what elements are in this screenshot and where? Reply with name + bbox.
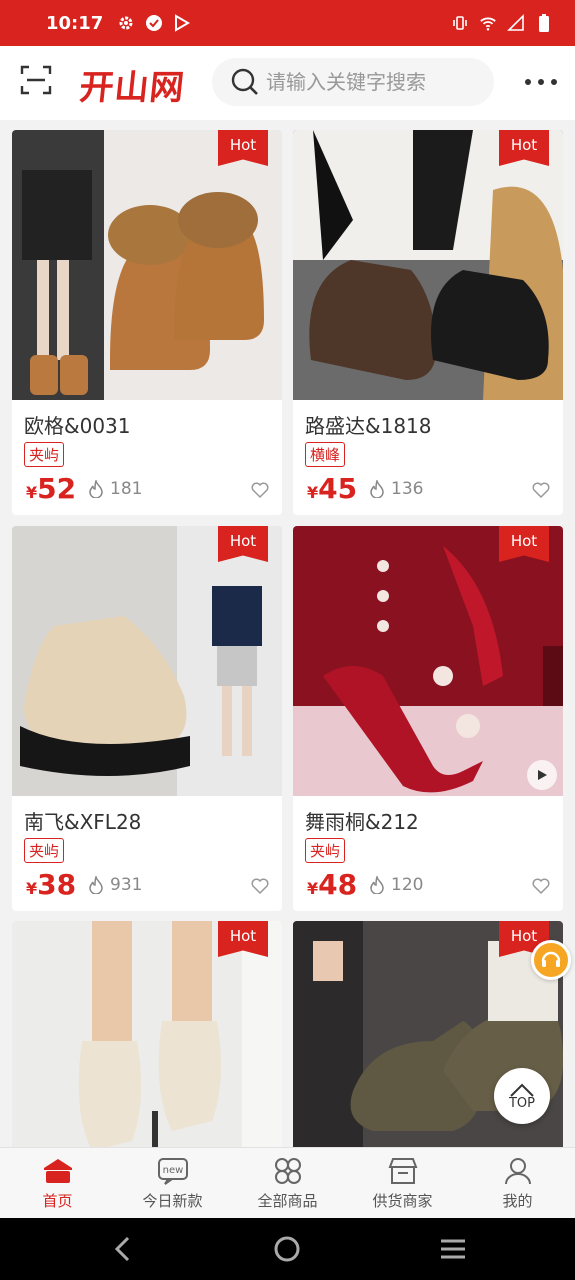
flame-icon [370, 876, 384, 894]
nav-item-all-products[interactable]: 全部商品 [230, 1148, 345, 1218]
nav-label: 首页 [42, 1192, 73, 1210]
product-price: ¥48 [307, 868, 357, 901]
settings-icon [117, 14, 135, 32]
wifi-icon [479, 14, 497, 32]
status-time: 10:17 [46, 12, 104, 34]
check-circle-icon [145, 14, 163, 32]
more-dot-icon [538, 79, 544, 85]
app-logo: 开山网 [77, 68, 187, 108]
price-value: 52 [37, 472, 77, 505]
product-title: 路盛达&1818 [305, 414, 432, 438]
back-to-top-label: TOP [508, 1095, 535, 1111]
new-icon: new [157, 1158, 188, 1185]
vibrate-icon [451, 14, 469, 32]
heart-icon[interactable] [250, 876, 270, 896]
heart-icon[interactable] [531, 876, 551, 896]
location-badge: 夹屿 [24, 442, 65, 467]
play-video-button[interactable] [527, 760, 557, 790]
more-dot-icon [525, 79, 531, 85]
product-image[interactable]: Hot [12, 130, 282, 400]
flame-icon [370, 480, 384, 498]
location-badge: 夹屿 [24, 838, 65, 863]
search-input[interactable] [266, 70, 476, 94]
product-price: ¥38 [26, 868, 76, 901]
back-to-top-button[interactable]: TOP [494, 1068, 550, 1124]
product-card[interactable]: Hot 路盛达&1818 横峰 ¥45 136 [293, 130, 563, 515]
app-header: 开山网 [0, 46, 575, 120]
nav-item-home[interactable]: 首页 [0, 1148, 115, 1218]
heart-icon[interactable] [250, 480, 270, 500]
scan-icon [20, 65, 52, 95]
home-icon [43, 1159, 72, 1183]
product-card[interactable]: Hot 欧格&0031 夹屿 ¥52 181 [12, 130, 282, 515]
product-card[interactable]: Hot 南飞&XFL28 夹屿 ¥38 931 [12, 526, 282, 911]
nav-item-profile[interactable]: 我的 [460, 1148, 575, 1218]
popularity: 120 [369, 875, 423, 895]
store-icon [388, 1158, 417, 1184]
search-icon [231, 68, 258, 95]
price-value: 48 [318, 868, 358, 901]
home-circle-icon[interactable] [272, 1234, 302, 1264]
signal-icon [507, 14, 525, 32]
price-value: 38 [37, 868, 77, 901]
product-image[interactable]: Hot [293, 526, 563, 796]
currency-symbol: ¥ [26, 879, 38, 898]
profile-icon [504, 1158, 531, 1185]
currency-symbol: ¥ [307, 879, 319, 898]
nav-label: 我的 [502, 1192, 533, 1210]
scan-button[interactable] [20, 64, 52, 96]
popularity: 181 [88, 479, 142, 499]
play-icon [538, 770, 547, 780]
status-bar: 10:17 [0, 0, 575, 46]
nav-label: 今日新款 [142, 1192, 203, 1210]
more-dot-icon [551, 79, 557, 85]
customer-service-button[interactable] [531, 940, 571, 980]
product-price: ¥45 [307, 472, 357, 505]
nav-item-new-arrivals[interactable]: new 今日新款 [115, 1148, 230, 1218]
bottom-navigation: 首页 new 今日新款 全部商品 供货商家 我的 [0, 1147, 575, 1218]
product-image[interactable]: Hot [12, 526, 282, 796]
nav-label: 供货商家 [372, 1192, 433, 1210]
popularity-count: 136 [391, 479, 424, 499]
heart-icon[interactable] [531, 480, 551, 500]
currency-symbol: ¥ [307, 483, 319, 502]
product-title: 南飞&XFL28 [24, 810, 142, 834]
popularity-count: 120 [391, 875, 424, 895]
price-value: 45 [318, 472, 358, 505]
product-image[interactable]: Hot [12, 921, 282, 1147]
headset-icon [541, 951, 561, 967]
search-bar[interactable] [212, 58, 494, 106]
product-title: 舞雨桐&212 [305, 810, 419, 834]
battery-icon [535, 14, 553, 32]
svg-text:new: new [162, 1165, 183, 1176]
product-card[interactable]: Hot 舞雨桐&212 夹屿 ¥48 120 [293, 526, 563, 911]
system-navigation-bar [0, 1218, 575, 1280]
product-grid: Hot 欧格&0031 夹屿 ¥52 181 Hot 路盛达&1818 横峰 ¥ [0, 130, 575, 1147]
flame-icon [89, 876, 103, 894]
currency-symbol: ¥ [26, 483, 38, 502]
product-price: ¥52 [26, 472, 76, 505]
more-menu-button[interactable] [525, 70, 557, 94]
product-image[interactable]: Hot [293, 130, 563, 400]
product-card[interactable]: Hot [12, 921, 282, 1147]
product-title: 欧格&0031 [24, 414, 131, 438]
location-badge: 横峰 [305, 442, 346, 467]
popularity: 931 [88, 875, 142, 895]
nav-label: 全部商品 [257, 1192, 318, 1210]
popularity: 136 [369, 479, 423, 499]
recent-apps-icon[interactable] [438, 1234, 468, 1264]
play-store-icon [173, 14, 191, 32]
nav-item-suppliers[interactable]: 供货商家 [345, 1148, 460, 1218]
popularity-count: 931 [110, 875, 143, 895]
all-products-icon [274, 1158, 301, 1184]
flame-icon [89, 480, 103, 498]
popularity-count: 181 [110, 479, 143, 499]
location-badge: 夹屿 [305, 838, 346, 863]
back-icon[interactable] [108, 1234, 138, 1264]
